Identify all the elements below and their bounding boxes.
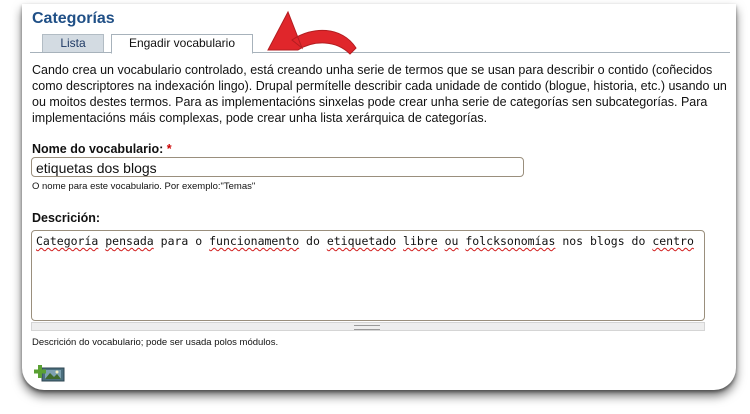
page-title: Categorías bbox=[32, 10, 115, 27]
misspelled-word: pensada bbox=[105, 234, 154, 248]
misspelled-word: funcionamento bbox=[209, 234, 300, 248]
misspelled-word: libre bbox=[403, 234, 438, 248]
tab-engadir-vocabulario[interactable]: Engadir vocabulario bbox=[111, 34, 253, 54]
text-fragment bbox=[438, 234, 445, 248]
misspelled-word: ou bbox=[444, 234, 459, 248]
tab-lista[interactable]: Lista bbox=[42, 34, 104, 52]
misspelled-word: centro bbox=[652, 234, 694, 248]
description-textarea[interactable]: Categoría pensada para o funcionamento d… bbox=[31, 230, 705, 321]
intro-description: Cando crea un vocabulario controlado, es… bbox=[32, 63, 727, 125]
tab-bar: Lista Engadir vocabulario bbox=[30, 34, 730, 54]
required-mark: * bbox=[166, 142, 172, 156]
image-add-icon[interactable] bbox=[34, 362, 68, 382]
screenshot-card: Categorías Lista Engadir vocabulario Can… bbox=[22, 4, 736, 390]
text-fragment: do bbox=[299, 234, 327, 248]
misspelled-word: folcksonomías bbox=[465, 234, 556, 248]
description-label: Descrición: bbox=[32, 211, 101, 225]
description-help-text: Descrición do vocabulario; pode ser usad… bbox=[32, 337, 279, 348]
text-fragment: para o bbox=[153, 234, 210, 248]
vocabulary-name-input[interactable]: etiquetas dos blogs bbox=[31, 157, 524, 177]
name-label: Nome do vocabulario: * bbox=[32, 142, 172, 156]
grip-lines bbox=[354, 325, 380, 330]
curved-arrow-icon bbox=[267, 10, 357, 55]
name-help-text: O nome para este vocabulario. Por exempl… bbox=[32, 181, 256, 192]
misspelled-word: etiquetado bbox=[326, 234, 397, 248]
misspelled-word: Categoría bbox=[36, 234, 99, 248]
text-fragment bbox=[396, 234, 403, 248]
content: Categorías Lista Engadir vocabulario Can… bbox=[30, 4, 730, 390]
name-label-text: Nome do vocabulario: bbox=[32, 142, 164, 156]
text-fragment: nos blogs do bbox=[555, 234, 653, 248]
textarea-resize-grip[interactable] bbox=[31, 322, 705, 331]
